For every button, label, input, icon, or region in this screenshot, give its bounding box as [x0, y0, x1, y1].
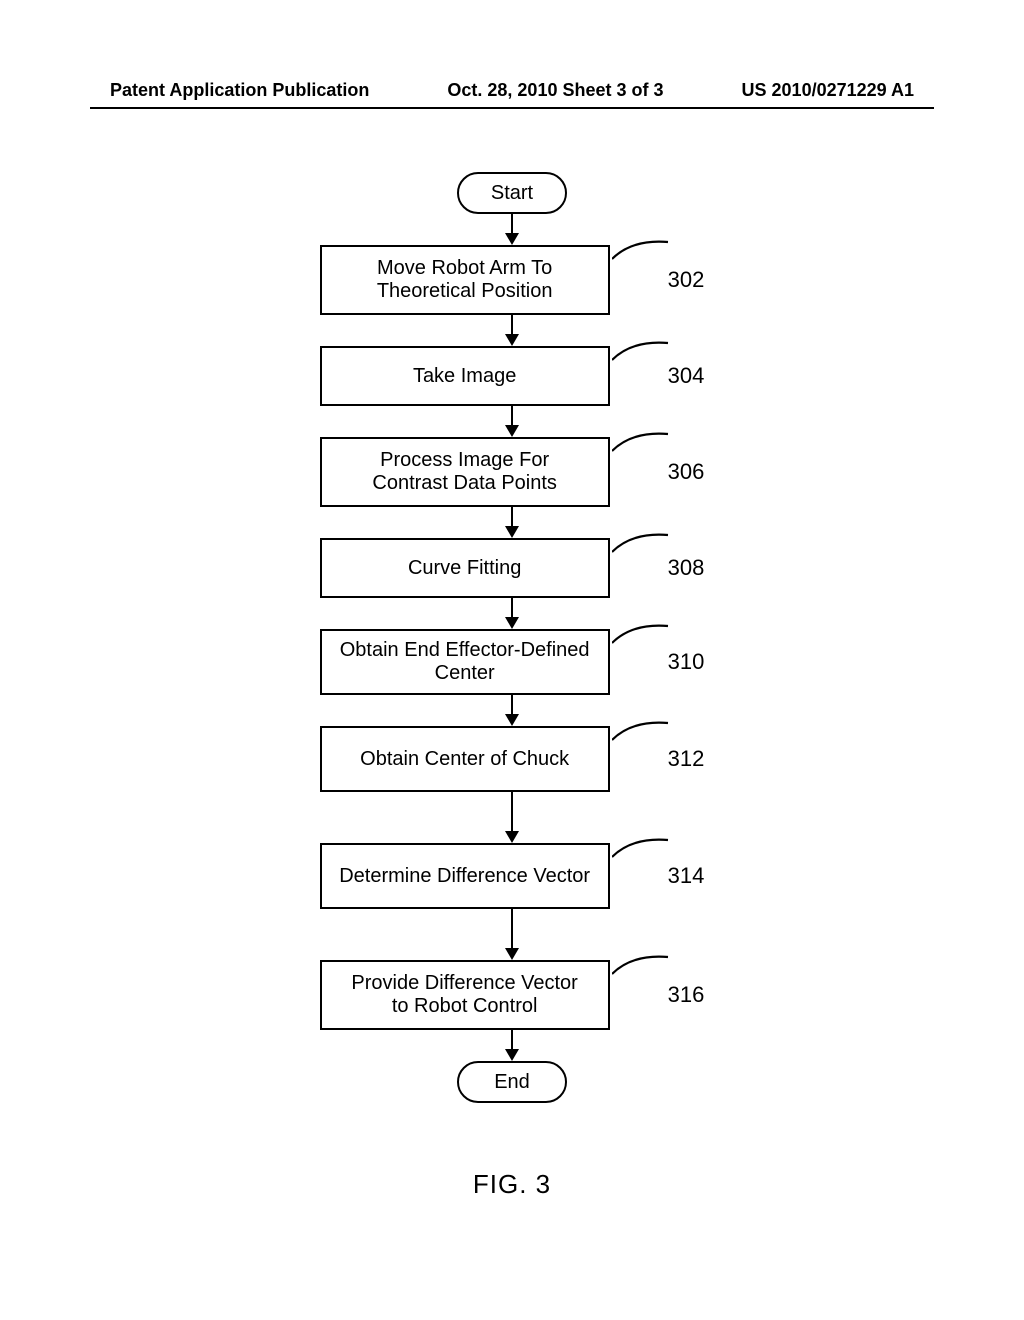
header-rule — [90, 107, 934, 109]
process-box: Move Robot Arm To Theoretical Position — [320, 245, 610, 315]
process-box: Process Image For Contrast Data Points — [320, 437, 610, 507]
end-terminal: End — [457, 1061, 567, 1103]
flow-step: Take Image 304 — [320, 346, 705, 406]
reference-number: 314 — [668, 863, 705, 889]
leader-line-icon — [612, 623, 672, 645]
arrow-down-icon — [505, 315, 519, 346]
leader-line-icon — [612, 340, 672, 362]
arrow-down-icon — [505, 406, 519, 437]
process-box: Curve Fitting — [320, 538, 610, 598]
reference-number: 308 — [668, 555, 705, 581]
flow-step: Move Robot Arm To Theoretical Position 30… — [320, 245, 705, 315]
page: Patent Application Publication Oct. 28, … — [0, 0, 1024, 1320]
process-box: Determine Difference Vector — [320, 843, 610, 909]
flowchart: Start Move Robot Arm To Theoretical Posit… — [0, 172, 1024, 1103]
arrow-down-icon — [505, 1030, 519, 1061]
leader-line-icon — [612, 954, 672, 976]
flow-step: Obtain End Effector-Defined Center 310 — [320, 629, 705, 695]
header-left: Patent Application Publication — [110, 80, 369, 101]
arrow-down-icon — [505, 507, 519, 538]
arrow-down-icon — [505, 792, 519, 843]
arrow-down-icon — [505, 909, 519, 960]
flow-step: Obtain Center of Chuck 312 — [320, 726, 705, 792]
start-terminal: Start — [457, 172, 567, 214]
reference-number: 304 — [668, 363, 705, 389]
leader-line-icon — [612, 431, 672, 453]
process-box: Obtain End Effector-Defined Center — [320, 629, 610, 695]
flow-step: Determine Difference Vector 314 — [320, 843, 705, 909]
page-header: Patent Application Publication Oct. 28, … — [0, 80, 1024, 109]
process-box: Take Image — [320, 346, 610, 406]
header-center: Oct. 28, 2010 Sheet 3 of 3 — [447, 80, 663, 101]
leader-line-icon — [612, 837, 672, 859]
reference-number: 312 — [668, 746, 705, 772]
leader-line-icon — [612, 532, 672, 554]
reference-number: 310 — [668, 649, 705, 675]
leader-line-icon — [612, 720, 672, 742]
figure-caption: FIG. 3 — [0, 1169, 1024, 1200]
process-box: Obtain Center of Chuck — [320, 726, 610, 792]
leader-line-icon — [612, 239, 672, 261]
header-row: Patent Application Publication Oct. 28, … — [0, 80, 1024, 107]
arrow-down-icon — [505, 214, 519, 245]
reference-number: 306 — [668, 459, 705, 485]
arrow-down-icon — [505, 695, 519, 726]
flow-step: Process Image For Contrast Data Points 30… — [320, 437, 705, 507]
reference-number: 302 — [668, 267, 705, 293]
flow-step: Curve Fitting 308 — [320, 538, 705, 598]
arrow-down-icon — [505, 598, 519, 629]
process-box: Provide Difference Vector to Robot Contr… — [320, 960, 610, 1030]
flow-step: Provide Difference Vector to Robot Contr… — [320, 960, 705, 1030]
reference-number: 316 — [668, 982, 705, 1008]
header-right: US 2010/0271229 A1 — [742, 80, 914, 101]
